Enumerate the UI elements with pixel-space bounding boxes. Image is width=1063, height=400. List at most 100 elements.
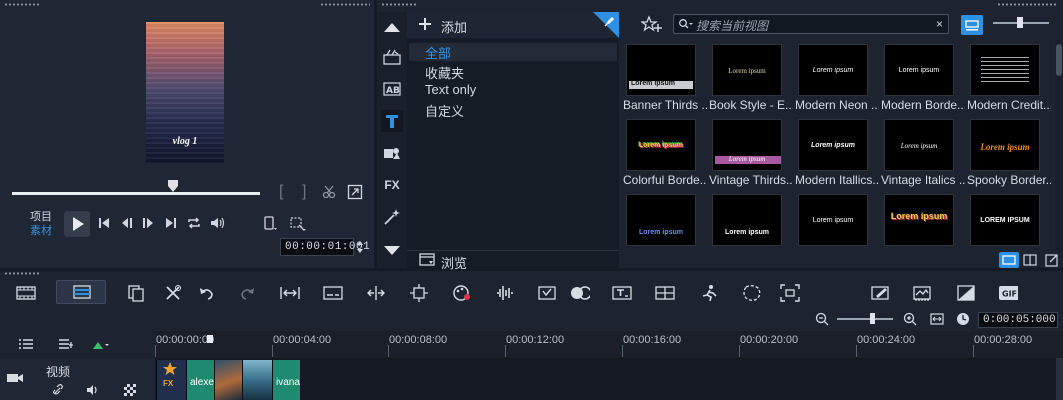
device-output-icon[interactable]: [262, 216, 278, 232]
panel-grip-right[interactable]: [320, 3, 370, 6]
panel-grip-right[interactable]: [997, 3, 1057, 6]
track-volume-icon[interactable]: [86, 384, 100, 396]
expand-down-icon[interactable]: [381, 240, 403, 262]
thumbnail-row3-4[interactable]: Lorem ipsum: [879, 190, 965, 252]
fit-project-icon[interactable]: [930, 312, 944, 326]
panel-grip[interactable]: [4, 3, 40, 6]
library-view-icon[interactable]: [999, 252, 1019, 268]
thumbnail-row3-3[interactable]: Lorem ipsum: [793, 190, 879, 252]
mode-clip-label[interactable]: 素材: [30, 224, 52, 238]
split-clip-icon[interactable]: [322, 185, 336, 199]
thumbnail-modern-credits[interactable]: Modern Credit...: [965, 40, 1051, 114]
play-mode-selector[interactable]: 项目 素材: [30, 210, 52, 238]
scrubber-bar[interactable]: [12, 192, 260, 195]
skip-to-end-icon[interactable]: [164, 216, 178, 230]
thumbnail-size-handle[interactable]: [1017, 17, 1023, 28]
timeline-view-icon[interactable]: [16, 283, 36, 303]
search-input[interactable]: 搜索当前视图 ×: [673, 14, 949, 34]
pin-icon[interactable]: [593, 12, 619, 38]
speed-time-remap-icon[interactable]: [699, 283, 719, 303]
add-folder-row[interactable]: 添加: [407, 12, 619, 38]
zoom-slider[interactable]: [837, 318, 893, 320]
scrubber-handle[interactable]: [168, 180, 178, 192]
playhead[interactable]: [207, 335, 213, 343]
zoom-slider-handle[interactable]: [870, 313, 875, 324]
library-scrollbar[interactable]: [1055, 40, 1063, 252]
timeline-ruler[interactable]: 00:00:00:00 00:00:04:00 00:00:08:00 00:0…: [155, 331, 1063, 357]
thumbnail-row3-1[interactable]: Lorem ipsum: [621, 190, 707, 252]
title-icon[interactable]: [381, 110, 403, 132]
fit-timeline-icon[interactable]: [280, 283, 300, 303]
track-name[interactable]: 视频: [46, 363, 70, 380]
project-duration-field[interactable]: 0:00:05:000: [978, 312, 1058, 328]
browse-folder-icon[interactable]: [419, 253, 435, 266]
graphic-icon[interactable]: [381, 142, 403, 164]
browse-label[interactable]: 浏览: [441, 253, 467, 272]
thumbnail-row3-2[interactable]: Lorem ipsum: [707, 190, 793, 252]
gif-creator-icon[interactable]: GIF: [998, 283, 1018, 303]
link-icon[interactable]: [52, 384, 68, 396]
zoom-in-icon[interactable]: [903, 312, 917, 326]
title-editor-icon[interactable]: [612, 283, 632, 303]
collapse-up-icon[interactable]: [381, 16, 403, 38]
thumbnail-row3-5[interactable]: LOREM IPSUM: [965, 190, 1051, 252]
morph-transition-icon[interactable]: [742, 283, 762, 303]
play-button[interactable]: [64, 211, 90, 237]
paint-creator-icon[interactable]: [870, 283, 890, 303]
timeline-scrollbar[interactable]: [1056, 358, 1063, 400]
timeline-clip-ivana[interactable]: ivana: [272, 360, 300, 400]
option-panel-view-icon[interactable]: [1023, 254, 1037, 266]
panel-grip[interactable]: [381, 3, 417, 6]
thumbnail-vintage-italics[interactable]: Lorem ipsum Vintage Italics ...: [879, 115, 965, 189]
thumbnail-modern-neon[interactable]: Lorem ipsum Modern Neon ...: [793, 40, 879, 114]
timeline-clip-4[interactable]: [242, 360, 272, 400]
ripple-editing-icon[interactable]: [92, 340, 110, 350]
chapter-cue-icon[interactable]: [58, 338, 74, 350]
tree-item-text-only[interactable]: Text only: [425, 82, 476, 97]
tree-item-favorites[interactable]: 收藏夹: [425, 63, 464, 82]
add-to-favorites-icon[interactable]: [641, 15, 663, 35]
multi-camera-icon[interactable]: [655, 283, 675, 303]
resize-preview-icon[interactable]: [347, 184, 363, 200]
undo-icon[interactable]: [196, 283, 216, 303]
zoom-out-icon[interactable]: [815, 312, 829, 326]
timecode-field[interactable]: 00:00:01:001: [280, 238, 370, 256]
color-grading-icon[interactable]: [956, 283, 976, 303]
multi-trim-icon[interactable]: [126, 283, 146, 303]
tools-icon[interactable]: [163, 283, 183, 303]
filter-fx-icon[interactable]: FX: [381, 174, 403, 196]
track-transparency-icon[interactable]: [124, 384, 136, 396]
split-screen-icon[interactable]: [366, 283, 386, 303]
thumbnail-colorful-border[interactable]: Lorem ipsum Colorful Borde...: [621, 115, 707, 189]
timeline-clip-alexe[interactable]: alexe: [186, 360, 214, 400]
screen-capture-icon[interactable]: [780, 283, 800, 303]
path-icon[interactable]: [381, 206, 403, 228]
thumbnail-vintage-thirds[interactable]: Lorem ipsum Vintage Thirds...: [707, 115, 793, 189]
clear-search-icon[interactable]: ×: [936, 17, 943, 31]
pan-zoom-icon[interactable]: [409, 283, 429, 303]
thumbnail-modern-border[interactable]: Lorem ipsum Modern Borde...: [879, 40, 965, 114]
timeline-clip-3[interactable]: [214, 360, 242, 400]
tree-item-all[interactable]: 全部: [409, 43, 617, 61]
subtitle-editor-icon[interactable]: [323, 283, 343, 303]
skip-to-start-icon[interactable]: [97, 216, 111, 230]
panel-grip[interactable]: [4, 272, 40, 275]
mark-in-icon[interactable]: [: [279, 183, 283, 201]
thumbnail-banner-thirds[interactable]: Lorem ipsum Banner Thirds ...: [621, 40, 707, 114]
redo-icon[interactable]: [238, 283, 258, 303]
thumbnail-spooky-border[interactable]: Lorem ipsum Spooky Border...: [965, 115, 1051, 189]
storyboard-view-button[interactable]: [56, 280, 106, 304]
mode-project-label[interactable]: 项目: [30, 210, 52, 224]
add-label[interactable]: 添加: [441, 17, 467, 36]
plus-icon[interactable]: [419, 18, 431, 30]
thumbnail-book-style[interactable]: Lorem ipsum Book Style - E...: [707, 40, 793, 114]
edit-icon[interactable]: [1045, 253, 1059, 267]
volume-icon[interactable]: [209, 216, 225, 230]
mask-creator-icon[interactable]: [570, 283, 590, 303]
instant-project-icon[interactable]: [381, 46, 403, 68]
transition-icon[interactable]: AB: [381, 78, 403, 100]
crop-icon[interactable]: [289, 216, 307, 232]
video-track-area[interactable]: FX alexe ivana: [155, 358, 1063, 400]
previous-frame-icon[interactable]: [120, 216, 134, 230]
library-scroll-thumb[interactable]: [1056, 44, 1062, 76]
